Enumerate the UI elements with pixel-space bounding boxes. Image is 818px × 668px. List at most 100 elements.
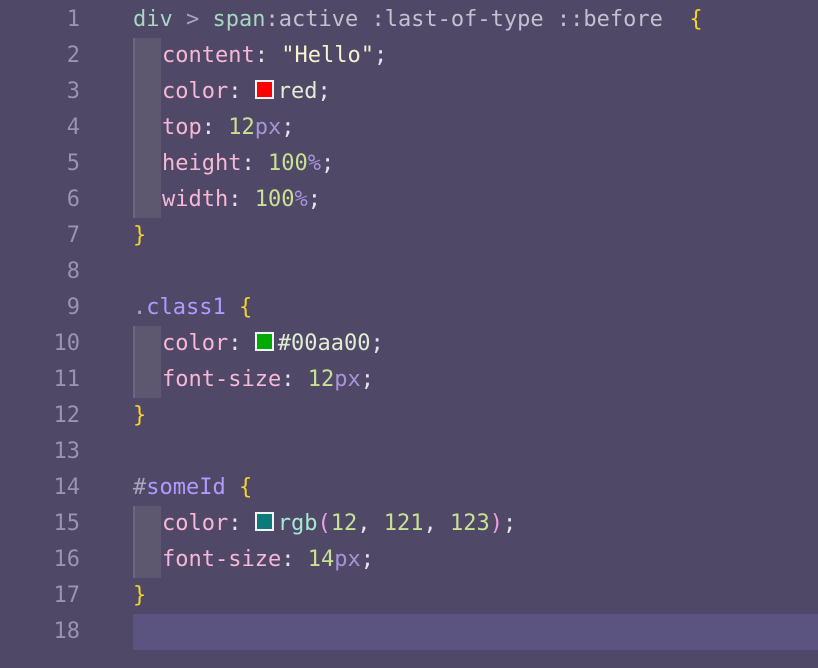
code-line[interactable]: height: 100%; <box>133 146 818 182</box>
code-area[interactable]: div > span:active :last-of-type ::before… <box>133 0 818 668</box>
code-token: :active <box>265 7 359 32</box>
code-line[interactable]: font-size: 12px; <box>133 362 818 398</box>
line-number: 7 <box>66 223 80 248</box>
line-number: 2 <box>66 43 80 68</box>
code-token: , <box>357 511 384 536</box>
code-line[interactable] <box>133 254 818 290</box>
code-token: : <box>228 511 255 536</box>
line-number: 1 <box>66 7 80 32</box>
code-token: :last-of-type <box>358 7 544 32</box>
code-token: ( <box>317 511 331 536</box>
code-token: : <box>241 151 268 176</box>
code-token: > <box>172 7 213 32</box>
code-token: : <box>281 547 308 572</box>
color-swatch-icon[interactable] <box>254 512 274 531</box>
code-token: } <box>133 583 147 608</box>
code-token: 123 <box>449 511 490 536</box>
code-line[interactable]: color: #00aa00; <box>133 326 818 362</box>
code-token: ; <box>373 43 388 68</box>
code-token: . <box>133 295 147 320</box>
code-token: % <box>307 151 321 176</box>
code-token: ; <box>360 547 374 572</box>
code-token: content <box>162 43 255 68</box>
color-swatch-icon[interactable] <box>254 80 274 99</box>
code-token: { <box>689 7 703 32</box>
code-line[interactable]: width: 100%; <box>133 182 818 218</box>
code-line[interactable]: color: red; <box>133 74 818 110</box>
line-number: 17 <box>53 583 81 608</box>
code-line[interactable]: } <box>133 578 818 614</box>
line-number: 9 <box>66 295 80 320</box>
code-line[interactable]: .class1 { <box>133 290 818 326</box>
code-token: class1 <box>146 295 226 320</box>
code-token: ; <box>370 331 384 356</box>
code-line-current[interactable] <box>133 614 818 650</box>
code-token: color <box>162 511 229 536</box>
code-token: ; <box>307 187 321 212</box>
code-token: ; <box>502 511 517 536</box>
line-number: 14 <box>53 475 81 500</box>
code-token: font-size <box>162 547 282 572</box>
code-token: color <box>162 79 229 104</box>
code-token: 12 <box>228 115 255 140</box>
code-line[interactable]: font-size: 14px; <box>133 542 818 578</box>
code-token: ; <box>320 151 335 176</box>
code-token: top <box>162 115 202 140</box>
code-token: ::before <box>543 7 663 32</box>
code-line[interactable]: } <box>133 398 818 434</box>
line-number: 5 <box>66 151 80 176</box>
code-line[interactable]: top: 12px; <box>133 110 818 146</box>
code-token: ) <box>489 511 503 536</box>
code-token: "Hello" <box>281 43 374 68</box>
code-token: ; <box>360 367 374 392</box>
code-token: span <box>212 7 266 32</box>
code-token: : <box>228 79 255 104</box>
code-editor[interactable]: 1 2 3 4 5 6 7 8 9 10 11 12 13 14 15 16 17 18 div > span:a… <box>0 0 818 668</box>
code-token: red <box>277 79 318 104</box>
code-token: 12 <box>307 367 335 392</box>
code-token: : <box>281 367 308 392</box>
code-token: { <box>238 295 253 320</box>
code-token: : <box>201 115 229 140</box>
code-line[interactable]: #someId { <box>133 470 818 506</box>
code-line[interactable]: color: rgb(12, 121, 123); <box>133 506 818 542</box>
code-token: px <box>334 367 361 392</box>
line-number: 6 <box>66 187 80 212</box>
line-number: 18 <box>53 619 81 644</box>
code-token: 100 <box>254 187 295 212</box>
line-number: 16 <box>53 547 81 572</box>
code-token: { <box>238 475 253 500</box>
code-token: , <box>423 511 450 536</box>
line-number: 8 <box>66 259 80 284</box>
code-token: } <box>133 403 147 428</box>
line-number: 3 <box>66 79 80 104</box>
line-number: 10 <box>53 331 81 356</box>
code-token: height <box>162 151 242 176</box>
code-token: 12 <box>330 511 358 536</box>
code-token: ; <box>317 79 331 104</box>
code-token: someId <box>146 475 226 500</box>
code-token: # <box>133 475 147 500</box>
line-number: 13 <box>53 439 81 464</box>
code-token: div <box>133 7 173 32</box>
code-token: : <box>254 43 282 68</box>
line-number: 11 <box>53 367 81 392</box>
code-line[interactable]: } <box>133 218 818 254</box>
code-token: 100 <box>267 151 308 176</box>
code-token: rgb <box>277 511 318 536</box>
line-number-gutter: 1 2 3 4 5 6 7 8 9 10 11 12 13 14 15 16 17 18 <box>0 0 100 668</box>
code-token: font-size <box>162 367 282 392</box>
line-number: 12 <box>53 403 81 428</box>
line-number: 15 <box>53 511 81 536</box>
line-number: 4 <box>66 115 80 140</box>
code-line[interactable]: content: "Hello"; <box>133 38 818 74</box>
code-line[interactable] <box>133 434 818 470</box>
code-token: 14 <box>307 547 335 572</box>
code-token: : <box>228 331 255 356</box>
code-line[interactable]: div > span:active :last-of-type ::before… <box>133 2 818 38</box>
code-token: 121 <box>383 511 424 536</box>
color-swatch-icon[interactable] <box>254 332 274 351</box>
